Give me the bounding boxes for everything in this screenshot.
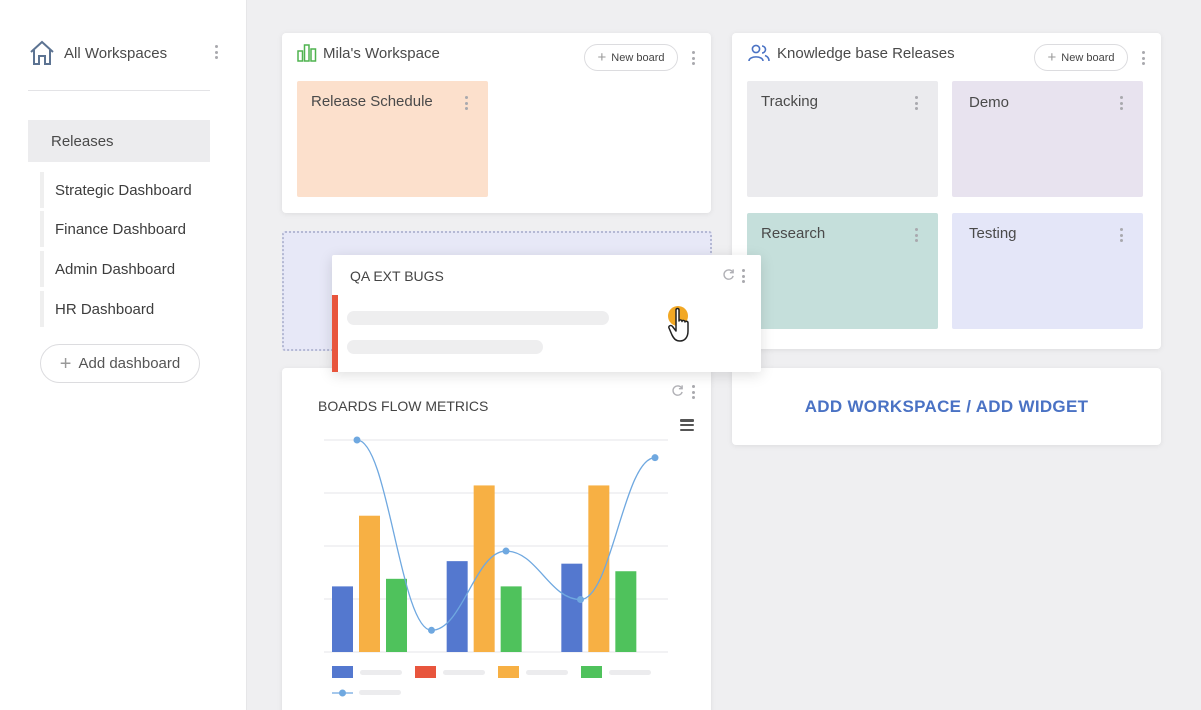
more-options-icon[interactable] <box>1141 51 1145 65</box>
workspace-title-text: Knowledge base Releases <box>777 44 955 62</box>
new-board-button[interactable]: + New board <box>584 44 678 71</box>
chart-point <box>651 454 659 462</box>
board-tile-demo[interactable]: Demo <box>952 81 1143 197</box>
all-workspaces-header[interactable]: All Workspaces <box>28 38 218 68</box>
chart-bar <box>386 578 407 652</box>
sidebar-item-strategic-dashboard[interactable]: Strategic Dashboard <box>40 172 215 208</box>
board-tile-tracking[interactable]: Tracking <box>747 81 938 197</box>
chart-point <box>577 596 584 604</box>
dragged-widget-qa-ext-bugs[interactable]: QA EXT BUGS <box>332 255 761 372</box>
chart-bar <box>561 563 583 652</box>
sidebar-item-label: HR Dashboard <box>55 300 155 318</box>
more-options-icon[interactable] <box>914 96 918 110</box>
refresh-icon[interactable] <box>722 268 735 281</box>
more-options-icon[interactable] <box>914 228 918 242</box>
sidebar-item-label: Releases <box>51 132 114 150</box>
add-workspace-label: ADD WORKSPACE / ADD WIDGET <box>804 396 1089 416</box>
workspace-title: Knowledge base Releases <box>747 44 955 62</box>
legend-label-placeholder <box>609 670 651 675</box>
workspace-title: Mila's Workspace <box>297 44 440 62</box>
sidebar-divider <box>28 90 210 91</box>
workspace-card-mila: Mila's Workspace + New board Release Sch… <box>282 33 711 213</box>
plus-icon: + <box>59 352 72 375</box>
more-options-icon[interactable] <box>214 45 218 59</box>
widget-accent-bar <box>332 295 338 372</box>
loading-placeholder <box>347 311 609 325</box>
loading-placeholder <box>347 340 543 354</box>
chart-bar <box>359 515 380 652</box>
sidebar-item-label: Admin Dashboard <box>55 260 176 278</box>
bar-chart-icon <box>297 44 317 62</box>
sidebar: All Workspaces Releases Strategic Dashbo… <box>0 0 247 710</box>
home-icon <box>30 40 54 65</box>
add-workspace-widget-button[interactable]: ADD WORKSPACE / ADD WIDGET <box>732 368 1161 445</box>
sidebar-item-label: Strategic Dashboard <box>55 181 192 199</box>
add-dashboard-label: Add dashboard <box>78 355 181 372</box>
legend-label-placeholder <box>360 670 402 675</box>
chart-bar <box>500 586 522 652</box>
chart-point <box>502 547 510 555</box>
more-options-icon[interactable] <box>691 51 695 65</box>
board-tile-research[interactable]: Research <box>747 213 938 329</box>
sidebar-item-releases[interactable]: Releases <box>28 120 210 162</box>
more-options-icon[interactable] <box>1119 96 1123 110</box>
chart-bar <box>473 485 495 652</box>
board-label: Testing <box>969 225 1017 242</box>
legend-label-placeholder <box>526 670 568 675</box>
sidebar-item-admin-dashboard[interactable]: Admin Dashboard <box>40 251 215 287</box>
chart-point <box>428 626 435 634</box>
plus-icon: + <box>1047 49 1057 66</box>
sidebar-item-hr-dashboard[interactable]: HR Dashboard <box>40 291 215 327</box>
chart-bar <box>615 571 637 652</box>
hand-cursor-icon <box>668 306 689 342</box>
board-label: Demo <box>969 94 1010 111</box>
more-options-icon[interactable] <box>464 96 468 110</box>
board-label: Release Schedule <box>311 93 433 110</box>
chart-bar <box>588 485 610 652</box>
board-label: Tracking <box>761 93 818 110</box>
legend-swatch <box>498 666 519 678</box>
legend-label-placeholder <box>443 670 485 675</box>
board-label: Research <box>761 225 826 242</box>
new-board-label: New board <box>1061 51 1115 64</box>
new-board-label: New board <box>611 51 665 64</box>
new-board-button[interactable]: + New board <box>1034 44 1128 71</box>
all-workspaces-title: All Workspaces <box>64 44 168 62</box>
legend-swatch <box>415 666 436 678</box>
users-icon <box>748 44 770 62</box>
legend-swatch <box>581 666 602 678</box>
board-tile-release-schedule[interactable]: Release Schedule <box>297 81 488 197</box>
workspace-card-knowledge-base: Knowledge base Releases + New board Trac… <box>732 33 1161 349</box>
workspace-title-text: Mila's Workspace <box>323 44 440 62</box>
flow-metrics-chart <box>324 436 668 697</box>
add-dashboard-button[interactable]: + Add dashboard <box>40 344 200 383</box>
legend-line-point <box>339 689 346 697</box>
chart-point <box>353 436 361 444</box>
board-tile-testing[interactable]: Testing <box>952 213 1143 329</box>
chart-bar <box>446 561 468 652</box>
sidebar-item-label: Finance Dashboard <box>55 220 186 238</box>
chart-widget-boards-flow-metrics: BOARDS FLOW METRICS <box>282 368 711 710</box>
legend-swatch <box>332 666 353 678</box>
plus-icon: + <box>597 49 607 66</box>
widget-title: QA EXT BUGS <box>350 268 444 284</box>
more-options-icon[interactable] <box>1119 228 1123 242</box>
legend-label-placeholder <box>359 690 401 695</box>
chart-bar <box>332 586 353 652</box>
sidebar-item-finance-dashboard[interactable]: Finance Dashboard <box>40 211 215 247</box>
more-options-icon[interactable] <box>741 269 745 283</box>
